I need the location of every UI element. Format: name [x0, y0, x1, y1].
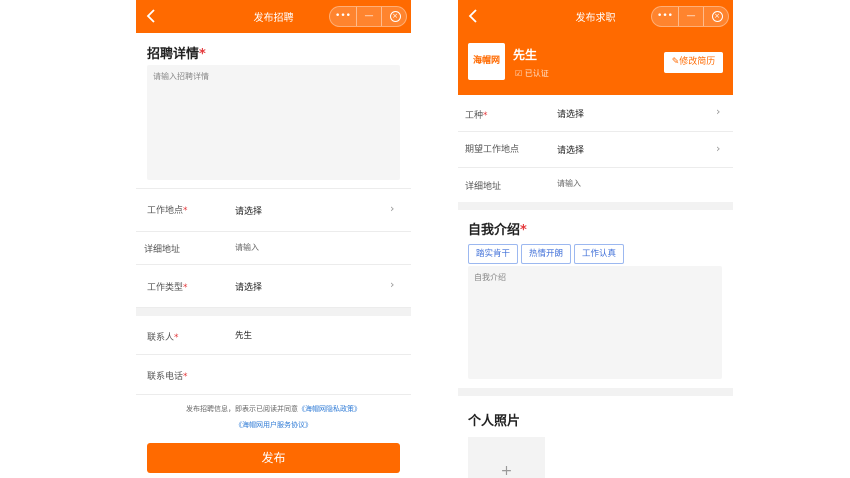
field-contact-person[interactable]: 联系人* 先生 — [136, 316, 411, 355]
post-job-screen: 发布招聘 ••• — × 招聘详情* 请输入招聘详情 工作地点* 请选择 › 详… — [136, 0, 411, 478]
field-job-type[interactable]: 工种* 请选择 › — [458, 95, 733, 132]
edit-resume-button[interactable]: ✎修改简历 — [664, 52, 723, 73]
verified-icon: ☑ — [515, 69, 523, 78]
field-work-type[interactable]: 工作类型* 请选择 › — [136, 265, 411, 308]
tag-hardworking[interactable]: 踏实肯干 — [468, 244, 519, 264]
details-placeholder: 请输入招聘详情 — [153, 72, 209, 81]
job-type-value: 请选择 — [557, 110, 585, 120]
minimize-icon[interactable]: — — [356, 7, 382, 26]
field-detail-address[interactable]: 详细地址 请输入 — [458, 168, 733, 202]
nav-bar: 发布求职 ••• — × — [458, 0, 733, 33]
field-detail-address[interactable]: 详细地址 请输入 — [136, 232, 411, 265]
nav-bar: 发布招聘 ••• — × — [136, 0, 411, 33]
verify-status: ☑ 已认证 — [515, 69, 549, 78]
agreement-text: 发布招聘信息，即表示已阅读并同意《海帽网隐私政策》 — [186, 405, 361, 413]
field-expected-location[interactable]: 期望工作地点 请选择 › — [458, 132, 733, 168]
mini-program-capsule: ••• — × — [329, 6, 407, 27]
photos-title: 个人照片 — [468, 414, 521, 429]
tag-cheerful[interactable]: 热情开朗 — [521, 244, 572, 264]
intro-placeholder: 自我介绍 — [474, 273, 506, 282]
close-icon[interactable]: × — [704, 7, 730, 26]
contact-person-input[interactable]: 先生 — [235, 329, 252, 341]
intro-tags: 踏实肯干 热情开朗 工作认真 — [468, 241, 627, 264]
intro-title: 自我介绍* — [468, 223, 527, 238]
work-type-value: 请选择 — [235, 283, 263, 293]
add-photo-button[interactable]: + — [468, 437, 545, 478]
mini-program-capsule: ••• — × — [651, 6, 729, 27]
chevron-right-icon: › — [716, 105, 721, 118]
details-title: 招聘详情* — [147, 47, 206, 62]
chevron-right-icon: › — [390, 278, 395, 291]
details-textarea[interactable]: 请输入招聘详情 — [147, 65, 400, 180]
field-contact-phone[interactable]: 联系电话* — [136, 355, 411, 395]
tag-conscientious[interactable]: 工作认真 — [574, 244, 625, 264]
detail-address-input[interactable]: 请输入 — [235, 242, 259, 253]
agreement-text-line2: 《海帽网用户服务协议》 — [136, 420, 411, 430]
chevron-right-icon: › — [716, 142, 721, 155]
service-agreement-link[interactable]: 《海帽网用户服务协议》 — [235, 421, 312, 429]
publish-button[interactable]: 发布 — [147, 443, 400, 473]
chevron-right-icon: › — [390, 202, 395, 215]
privacy-policy-link[interactable]: 《海帽网隐私政策》 — [298, 405, 361, 413]
section-divider — [458, 202, 733, 210]
section-divider — [458, 388, 733, 396]
minimize-icon[interactable]: — — [678, 7, 704, 26]
logo: 海帽网 — [468, 43, 505, 80]
field-work-location[interactable]: 工作地点* 请选择 › — [136, 188, 411, 232]
profile-header: 海帽网 先生 ☑ 已认证 ✎修改简历 — [458, 33, 733, 95]
profile-name: 先生 — [513, 48, 538, 62]
work-location-value: 请选择 — [235, 207, 263, 217]
post-resume-screen: 发布求职 ••• — × 海帽网 先生 ☑ 已认证 ✎修改简历 工种* 请选择 … — [458, 0, 733, 478]
section-divider — [136, 308, 411, 316]
detail-address-input[interactable]: 请输入 — [557, 178, 581, 189]
more-icon[interactable]: ••• — [652, 7, 678, 26]
intro-textarea[interactable]: 自我介绍 — [468, 266, 722, 379]
plus-icon: + — [500, 463, 513, 478]
close-icon[interactable]: × — [382, 7, 408, 26]
expected-location-value: 请选择 — [557, 146, 585, 156]
more-icon[interactable]: ••• — [330, 7, 356, 26]
